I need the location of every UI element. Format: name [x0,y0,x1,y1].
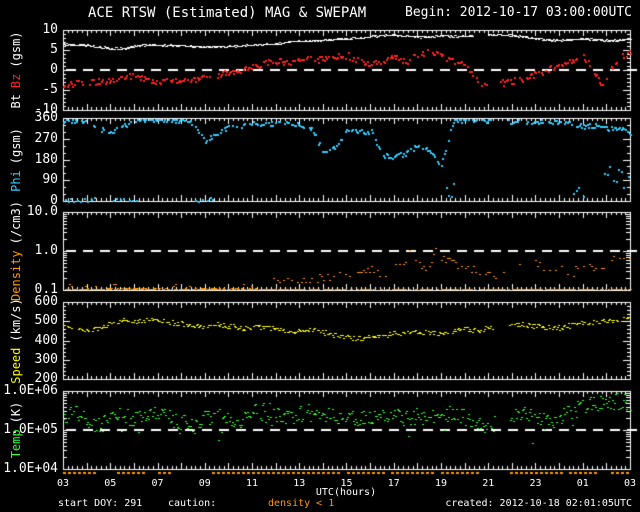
y-tick-label: -5 [42,82,58,97]
x-tick-label: 19 [434,478,448,489]
y-axis-label-part: (km/s) [9,297,23,342]
y-axis-label-speed: Speed (km/s) [9,295,23,386]
x-tick-label: 09 [198,478,211,489]
y-tick-label: 0 [50,62,58,77]
y-tick-label: 10.0 [26,204,58,219]
y-tick-label: 500 [34,313,58,328]
x-tick-label: 05 [104,478,117,489]
y-tick-label: 1.0E+04 [3,461,58,476]
y-axis-label-part: Speed [9,347,23,384]
x-tick-label: 11 [245,478,259,489]
plot-title: ACE RTSW (Estimated) MAG & SWEPAM [88,5,367,21]
x-tick-label: 13 [293,478,306,489]
y-tick-label: 270 [34,131,58,146]
start-doy-label: start DOY: 291 [58,498,143,509]
y-tick-label: 600 [34,294,58,309]
x-tick-label: 23 [529,478,542,489]
y-tick-label: 1.0 [34,243,58,258]
caution-label: caution: [168,498,217,509]
x-tick-label: 17 [387,478,400,489]
y-tick-label: 10 [42,22,58,37]
y-axis-label-temp: Temp (K) [9,399,23,462]
x-tick-label: 03 [623,478,637,489]
y-tick-label: 400 [34,333,58,348]
y-axis-label-part: (gsm) [9,31,23,68]
plot-canvas [0,0,640,512]
x-tick-label: 01 [576,478,589,489]
y-axis-label-part: (K) [9,401,23,424]
y-axis-label-part: (gsm) [9,127,23,164]
x-tick-label: 03 [56,478,70,489]
x-tick-label: 21 [482,478,495,489]
y-tick-label: 90 [42,172,58,187]
begin-timestamp: Begin: 2012-10-17 03:00:00UTC [405,5,632,20]
y-axis-label-mag: Bt Bz (gsm) [9,28,23,111]
y-axis-label-density: Density (/cm3) [9,198,23,304]
y-tick-label: 180 [34,152,58,167]
y-axis-label-part: (/cm3) [9,201,23,245]
density-caution-label: density < 1 [268,498,335,509]
y-tick-label: 360 [34,110,58,125]
created-timestamp: created: 2012-10-18 02:01:05UTC [445,498,632,509]
x-tick-label: 07 [151,478,164,489]
y-tick-label: 5 [50,42,58,57]
y-axis-label-phi: Phi (gsm) [9,125,23,195]
x-tick-label: 15 [340,478,353,489]
y-axis-label-part: Phi [9,169,23,192]
y-axis-label-part: Bt [9,94,23,109]
y-tick-label: 300 [34,352,58,367]
y-axis-label-part: Temp [9,429,23,459]
y-axis-label-part: Density [9,250,23,301]
y-tick-label: 1.0E+06 [3,383,58,398]
y-axis-label-part: Bz [9,73,23,89]
